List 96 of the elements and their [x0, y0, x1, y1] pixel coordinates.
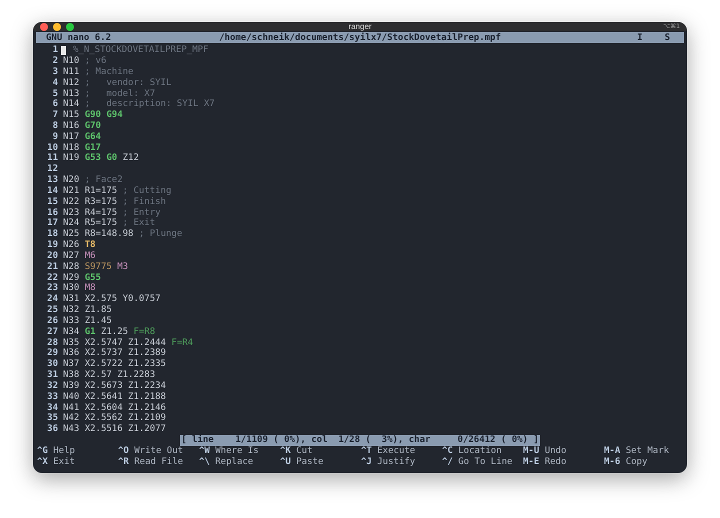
minimize-icon[interactable]: [53, 22, 61, 31]
code-line: N21 R1=175 ; Cutting: [63, 186, 172, 197]
code-line: N15 G90 G94: [63, 110, 123, 121]
line-number: 13: [46, 175, 58, 186]
line-number: 16: [46, 208, 58, 218]
code-line: N13 ; model: X7: [63, 88, 156, 99]
line-number: 22: [46, 272, 58, 283]
line-number: 34: [46, 402, 58, 413]
shortcut-hint: ^W Where Is: [199, 446, 260, 457]
code-line: N29 G55: [63, 272, 101, 283]
code-line: N22 R3=175 ; Finish: [63, 196, 166, 208]
code-line: N23 R4=175 ; Entry: [63, 208, 161, 218]
code-line: N39 X2.5673 Z1.2234: [63, 380, 166, 392]
file-path: /home/schneik/documents/syilx7/StockDovetailPrep.mpf: [219, 32, 501, 43]
line-number: 28: [46, 338, 58, 348]
shortcut-hint: ^/ Go To Line: [442, 457, 514, 468]
code-line: N12 ; vendor: SYIL: [63, 78, 172, 88]
code-line: N24 R5=175 ; Exit: [63, 218, 156, 229]
code-line: N43 X2.5516 Z1.2077: [63, 424, 166, 435]
code-line: N35 X2.5747 Z1.2444 F=R4: [63, 338, 194, 348]
code-line: N34 G1 Z1.25 F=R8: [63, 326, 156, 338]
line-number: 12: [46, 164, 58, 175]
code-line: N37 X2.5722 Z1.2335: [63, 359, 166, 370]
maximize-icon[interactable]: [66, 22, 74, 31]
code-line: N14 ; description: SYIL X7: [63, 99, 215, 110]
line-number: 14: [46, 186, 58, 197]
status-bar: [ line 1/1109 ( 0%), col 1/28 ( 3%), char 0/26412 ( 0%) ]: [180, 435, 540, 446]
line-number: 31: [46, 370, 58, 381]
line-number: 4: [52, 78, 58, 88]
close-icon[interactable]: [40, 22, 48, 31]
line-number: 15: [46, 196, 58, 208]
code-line: N30 M8: [63, 283, 96, 294]
mode-flag-label: I: [637, 32, 643, 43]
code-line: N17 G64: [63, 132, 101, 143]
line-number: 9: [52, 132, 58, 143]
line-number: 33: [46, 392, 58, 403]
line-number: 2: [52, 56, 58, 67]
code-line: N31 X2.575 Y0.0757: [63, 294, 161, 305]
code-line: N36 X2.5737 Z1.2389: [63, 348, 166, 359]
code-line: N32 Z1.85: [63, 305, 112, 316]
line-number: 25: [46, 305, 58, 316]
shortcut-hint: ^K Cut: [280, 446, 314, 457]
code-line: N27 M6: [63, 250, 96, 262]
code-line: %_N_STOCKDOVETAILPREP_MPF: [73, 45, 208, 56]
line-number: 18: [46, 229, 58, 240]
mode-flag-label: S: [664, 32, 670, 43]
shortcut-hint: ^G Help: [37, 446, 76, 457]
shortcut-hint: M-6 Copy: [604, 457, 648, 468]
code-line: N10 ; v6: [63, 56, 106, 67]
code-line: N25 R8=148.98 ; Plunge: [63, 229, 182, 240]
line-number: 30: [46, 359, 58, 370]
code-line: N19 G53 G0 Z12: [63, 153, 139, 164]
shortcut-hint: ^J Justify: [361, 457, 416, 468]
code-line: N33 Z1.45: [63, 316, 112, 327]
line-number: 11: [46, 153, 58, 164]
code-line: N18 G17: [63, 142, 101, 153]
line-number: 35: [46, 413, 58, 424]
code-line: N28 S9775 M3: [63, 262, 128, 273]
code-line: N42 X2.5562 Z1.2109: [63, 413, 166, 424]
code-line: N41 X2.5604 Z1.2146: [63, 402, 166, 413]
code-line: N40 X2.5641 Z1.2188: [63, 392, 166, 403]
code-line: N20 ; Face2: [63, 175, 123, 186]
line-number: 17: [46, 218, 58, 229]
line-number: 32: [46, 380, 58, 392]
line-number: 1: [52, 45, 58, 56]
line-number: 8: [52, 120, 58, 132]
code-line: N38 X2.57 Z1.2283: [63, 370, 156, 381]
shortcut-hint: M-A Set Mark: [604, 446, 670, 457]
line-number: 10: [46, 142, 58, 154]
shortcut-hint: ^O Write Out: [118, 446, 184, 457]
shortcut-hint: ^U Paste: [280, 457, 324, 468]
line-number: 27: [46, 326, 58, 338]
line-number: 20: [46, 250, 58, 262]
app-version: GNU nano 6.2: [46, 32, 112, 43]
shortcut-hint: ^R Read File: [118, 457, 184, 468]
shortcut-hint: M-U Undo: [523, 446, 568, 457]
shortcut-hint: M-E Redo: [523, 457, 568, 468]
line-number: 36: [46, 424, 58, 435]
line-number: 23: [46, 283, 58, 294]
line-number: 26: [46, 316, 58, 327]
shortcut-hint: ^C Location: [442, 446, 503, 457]
line-number: 24: [46, 294, 58, 305]
shortcut-hint: ^T Execute: [361, 446, 416, 457]
line-number: 29: [46, 348, 58, 359]
line-number: 21: [46, 262, 58, 273]
line-number: 19: [46, 240, 58, 251]
code-line: N16 G70: [63, 120, 101, 132]
line-number: 5: [52, 88, 58, 99]
shortcut-hint: ^X Exit: [37, 457, 76, 468]
code-line: N11 ; Machine: [63, 66, 134, 78]
shortcut-hint: ^\ Replace: [199, 457, 254, 468]
line-number: 7: [52, 110, 58, 121]
line-number: 6: [52, 99, 58, 110]
window-title: ranger: [348, 22, 372, 32]
code-line: N26 T8: [63, 240, 96, 251]
line-number: 3: [52, 66, 58, 78]
